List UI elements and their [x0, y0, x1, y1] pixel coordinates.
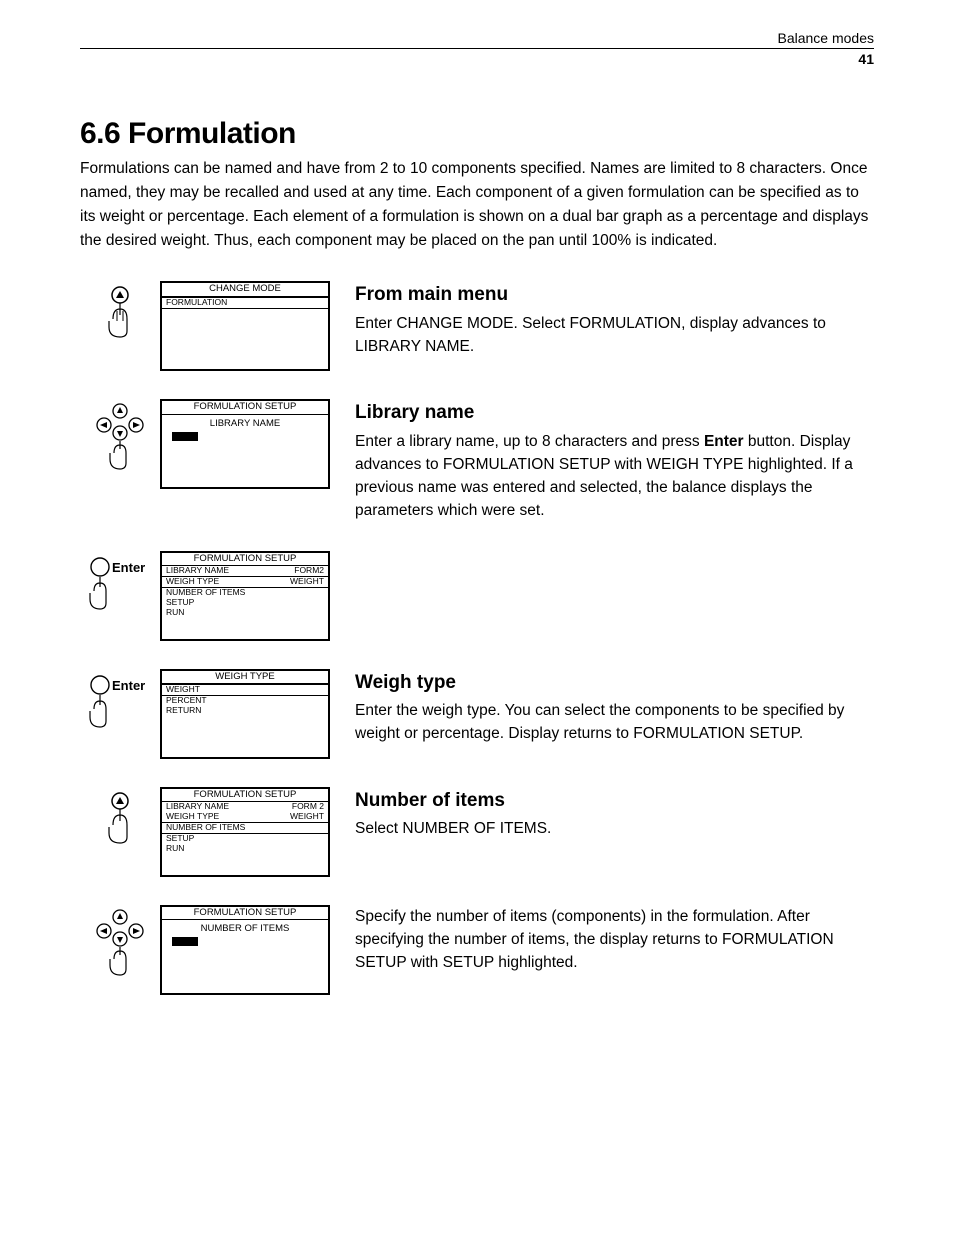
lcd-screen-1: CHANGE MODE FORMULATION	[160, 281, 330, 371]
icon-enter-hand: Enter	[80, 551, 160, 615]
lcd-row: RUN	[162, 844, 328, 854]
lcd-selected-row: FORMULATION	[162, 297, 328, 309]
cursor-icon	[172, 937, 198, 946]
step-row: FORMULATION SETUP NUMBER OF ITEMS Specif…	[80, 905, 874, 995]
cursor-icon	[172, 432, 198, 441]
lcd-screen-6: FORMULATION SETUP NUMBER OF ITEMS	[160, 905, 330, 995]
step-body: Enter CHANGE MODE. Select FORMULATION, d…	[355, 312, 874, 359]
step-heading: Weigh type	[355, 669, 874, 698]
lcd-screen-4: WEIGH TYPE WEIGHTPERCENTRETURN	[160, 669, 330, 759]
lcd-title: FORMULATION SETUP	[162, 789, 328, 803]
lcd-row: LIBRARY NAMEFORM2	[162, 566, 328, 576]
icon-dpad-hand	[80, 905, 160, 979]
step-heading: From main menu	[355, 281, 874, 310]
step-row: FORMULATION SETUP LIBRARY NAME Library n…	[80, 399, 874, 523]
svg-text:Enter: Enter	[112, 678, 145, 693]
lcd-row: RETURN	[162, 706, 328, 716]
lcd-row: RUN	[162, 608, 328, 618]
header-rule	[80, 48, 874, 49]
step-heading: Number of items	[355, 787, 874, 816]
icon-hand-down	[80, 787, 160, 851]
lcd-title: FORMULATION SETUP	[162, 553, 328, 567]
lcd-subtitle: NUMBER OF ITEMS	[162, 920, 328, 937]
page: Balance modes 41 6.6 Formulation Formula…	[0, 0, 954, 1083]
lcd-title: FORMULATION SETUP	[162, 401, 328, 415]
lcd-subtitle: LIBRARY NAME	[162, 415, 328, 432]
step-row: FORMULATION SETUP LIBRARY NAMEFORM 2WEIG…	[80, 787, 874, 877]
lcd-title: FORMULATION SETUP	[162, 907, 328, 921]
lcd-screen-2: FORMULATION SETUP LIBRARY NAME	[160, 399, 330, 489]
lcd-row: SETUP	[162, 834, 328, 844]
page-number: 41	[80, 51, 874, 67]
step-body: Enter a library name, up to 8 characters…	[355, 430, 874, 523]
lcd-screen-3: FORMULATION SETUP LIBRARY NAMEFORM2WEIGH…	[160, 551, 330, 641]
svg-text:Enter: Enter	[112, 560, 145, 575]
lcd-title: CHANGE MODE	[162, 283, 328, 297]
step-row: CHANGE MODE FORMULATION From main menu E…	[80, 281, 874, 371]
step-body: Select NUMBER OF ITEMS.	[355, 817, 874, 840]
lcd-screen-5: FORMULATION SETUP LIBRARY NAMEFORM 2WEIG…	[160, 787, 330, 877]
step-body: Specify the number of items (components)…	[355, 905, 874, 975]
header-chapter: Balance modes	[80, 30, 874, 46]
lcd-row: WEIGH TYPEWEIGHT	[162, 812, 328, 822]
step-row: Enter WEIGH TYPE WEIGHTPERCENTRETURN Wei…	[80, 669, 874, 759]
step-heading: Library name	[355, 399, 874, 428]
intro-paragraph: Formulations can be named and have from …	[80, 157, 874, 253]
lcd-title: WEIGH TYPE	[162, 671, 328, 685]
icon-enter-hand: Enter	[80, 669, 160, 733]
icon-hand-down	[80, 281, 160, 345]
section-title: 6.6 Formulation	[80, 117, 874, 151]
icon-dpad-hand	[80, 399, 160, 473]
lcd-row: SETUP	[162, 598, 328, 608]
step-body: Enter the weigh type. You can select the…	[355, 699, 874, 746]
step-row: Enter FORMULATION SETUP LIBRARY NAMEFORM…	[80, 551, 874, 641]
